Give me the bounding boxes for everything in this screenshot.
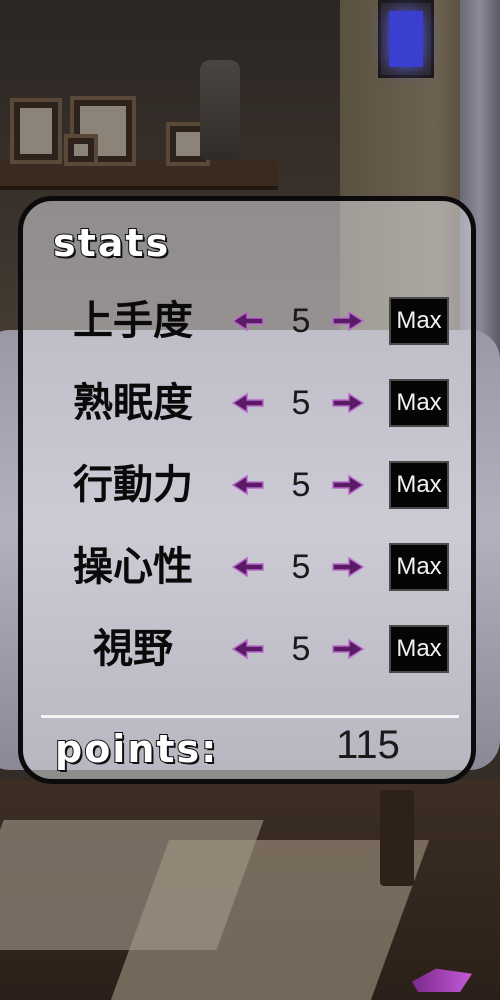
increase-arrow-icon[interactable] <box>331 555 365 579</box>
table-leg <box>380 790 414 886</box>
max-button[interactable]: Max <box>389 461 449 509</box>
max-button[interactable]: Max <box>389 625 449 673</box>
wall-lamp <box>378 0 434 78</box>
decrease-arrow-icon[interactable] <box>231 309 265 333</box>
stat-value: 5 <box>291 466 311 504</box>
shelf <box>0 160 278 190</box>
decrease-arrow-icon[interactable] <box>231 473 265 497</box>
stat-row: 操心性 5 Max <box>23 537 471 597</box>
stat-value: 5 <box>291 548 311 586</box>
flower-vase <box>200 60 240 160</box>
stat-row: 熟眠度 5 Max <box>23 373 471 433</box>
photo-frame <box>64 134 98 166</box>
max-button[interactable]: Max <box>389 379 449 427</box>
stat-label: 操心性 <box>73 544 193 590</box>
decrease-arrow-icon[interactable] <box>231 391 265 415</box>
stat-label: 熟眠度 <box>73 380 193 426</box>
stat-label: 行動力 <box>73 462 193 508</box>
decrease-arrow-icon[interactable] <box>231 637 265 661</box>
increase-arrow-icon[interactable] <box>331 391 365 415</box>
divider <box>41 715 459 718</box>
panel-title: stats <box>52 220 171 266</box>
increase-arrow-icon[interactable] <box>331 473 365 497</box>
increase-arrow-icon[interactable] <box>331 637 365 661</box>
max-button[interactable]: Max <box>389 543 449 591</box>
max-button[interactable]: Max <box>389 297 449 345</box>
stats-panel: stats 上手度 5 Max 熟眠度 5 Max 行動力 5 Max 操心性 5 Max 視野 5 Max… <box>18 196 476 784</box>
stat-label: 視野 <box>93 626 173 672</box>
stat-value: 5 <box>291 384 311 422</box>
stat-row: 視野 5 Max <box>23 619 471 679</box>
stat-row: 上手度 5 Max <box>23 291 471 351</box>
points-value: 115 <box>336 723 400 767</box>
stat-value: 5 <box>291 302 311 340</box>
decrease-arrow-icon[interactable] <box>231 555 265 579</box>
points-label: points: <box>54 726 219 772</box>
stat-value: 5 <box>291 630 311 668</box>
stat-row: 行動力 5 Max <box>23 455 471 515</box>
photo-frame <box>10 98 62 164</box>
increase-arrow-icon[interactable] <box>331 309 365 333</box>
stat-label: 上手度 <box>73 298 193 344</box>
